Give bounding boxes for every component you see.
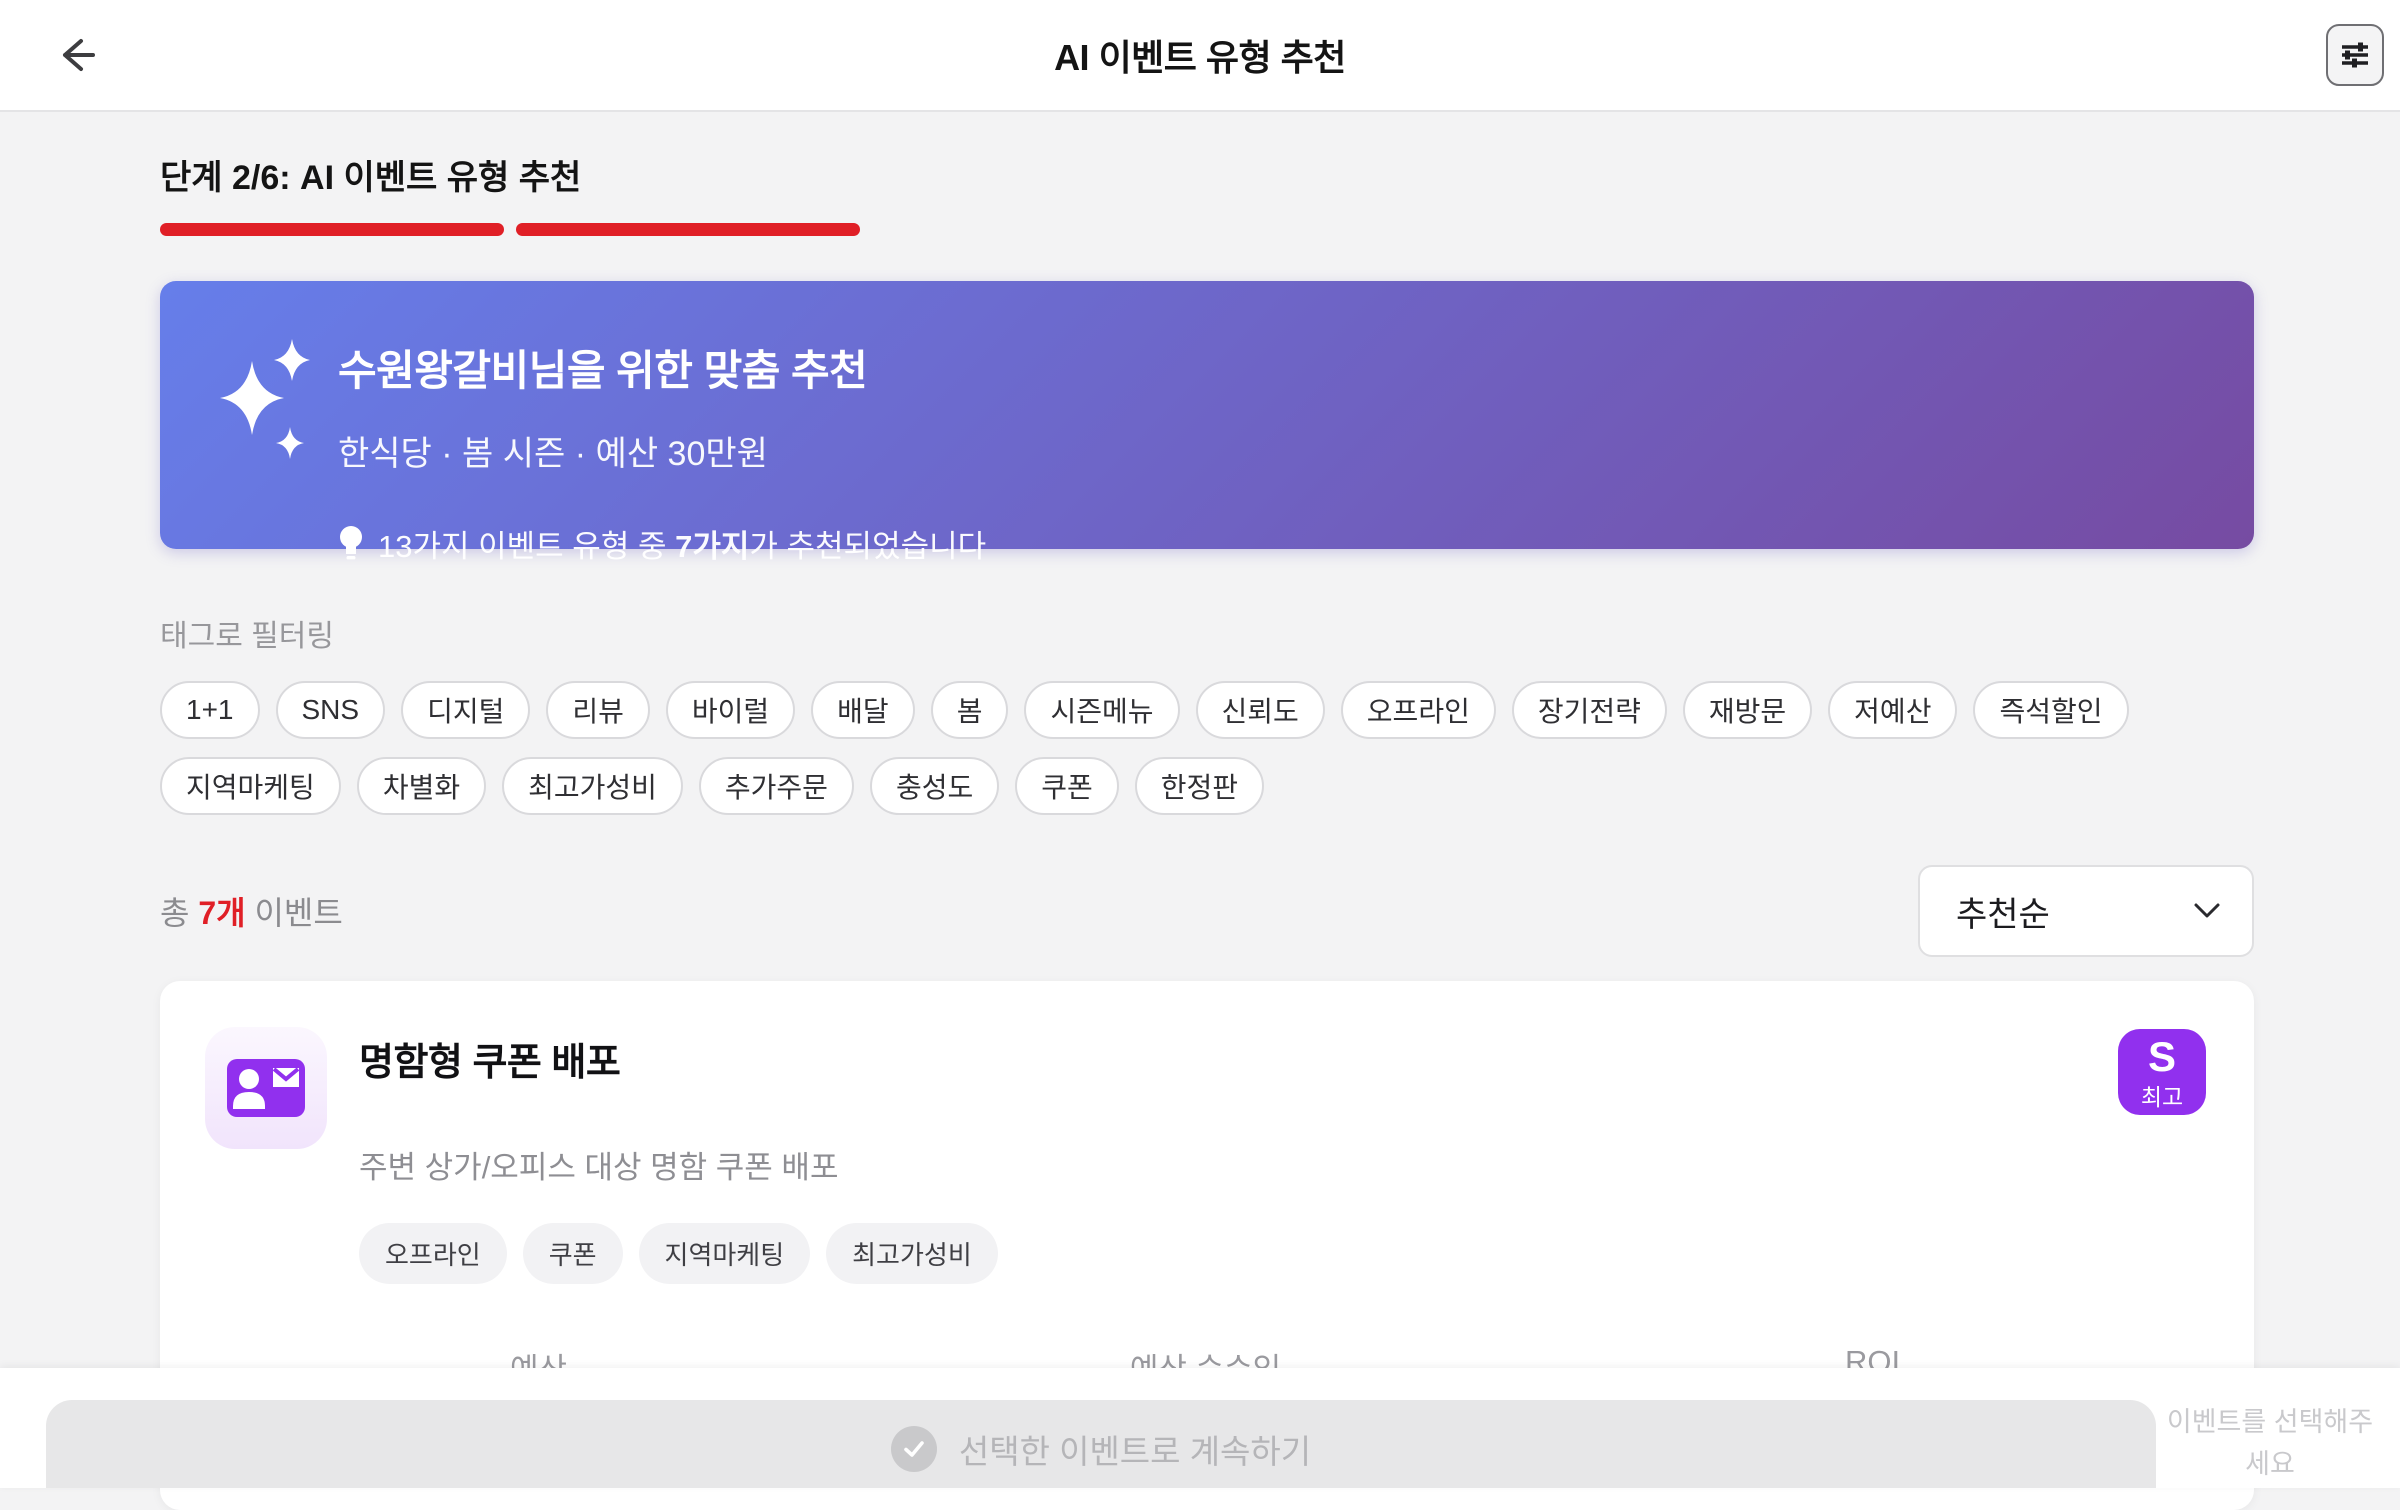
filter-settings-button[interactable] (2326, 24, 2384, 86)
contact-card-icon (227, 1059, 305, 1117)
filter-tag-chip[interactable]: 추가주문 (698, 757, 854, 815)
filter-tag-chip[interactable]: SNS (275, 681, 386, 739)
grade-letter: S (2147, 1032, 2176, 1080)
continue-button-inner: 선택한 이벤트로 계속하기 (890, 1425, 1312, 1473)
event-title: 명함형 쿠폰 배포 (359, 1042, 621, 1084)
back-arrow-icon (63, 39, 95, 71)
filter-tag-chip[interactable]: 즉석할인 (1973, 681, 2129, 739)
filter-tag-chip[interactable]: 신뢰도 (1195, 681, 1325, 739)
app-header: AI 이벤트 유형 추천 (0, 0, 2400, 112)
progress-segment (160, 223, 504, 236)
filter-tag-chip[interactable]: 저예산 (1828, 681, 1958, 739)
sort-selected-label: 추천순 (1956, 895, 2050, 934)
banner-subtitle: 한식당 · 봄 시즌 · 예산 30만원 (338, 435, 768, 473)
screen: { "header": { "title": "AI 이벤트 유형 추천" },… (0, 0, 2400, 1510)
banner-note: 13가지 이벤트 유형 중 7가지가 추천되었습니다 (338, 521, 986, 566)
recommendation-banner: 수원왕갈비님을 위한 맞춤 추천 한식당 · 봄 시즌 · 예산 30만원 13… (160, 281, 2254, 564)
filter-tag-chip[interactable]: 차별화 (356, 757, 487, 815)
event-card-top: 명함형 쿠폰 배포 주변 상가/오피스 대상 명함 쿠폰 배포 오프라인 쿠폰 지역… (205, 1027, 2206, 1284)
filter-tag-chip[interactable]: 1+1 (160, 681, 260, 739)
filter-tag-chip[interactable]: 바이럴 (665, 681, 796, 739)
filter-tag-chip[interactable]: 한정판 (1134, 757, 1265, 815)
chevron-down-icon (2194, 903, 2220, 918)
event-count: 총 7개 이벤트 (160, 895, 343, 931)
grade-label: 최고 (2140, 1083, 2184, 1110)
tag-filter-label: 태그로 필터링 (160, 620, 334, 653)
filter-tag-chip[interactable]: 시즌메뉴 (1024, 681, 1180, 739)
event-tag: 지역마케팅 (638, 1223, 811, 1284)
check-circle-icon (890, 1426, 937, 1472)
event-count-number: 7개 (198, 895, 246, 931)
progress-segment (516, 223, 860, 236)
page-title: AI 이벤트 유형 추천 (1054, 37, 1346, 78)
event-tag: 쿠폰 (522, 1223, 623, 1284)
tag-filter-chips: 1+1 SNS 디지털 리뷰 바이럴 배달 봄 시즌메뉴 신뢰도 오프라인 장기전략 재방문 저예산 즉석… (160, 681, 2254, 815)
progress-section: 단계 2/6: AI 이벤트 유형 추천 (160, 150, 2254, 236)
filter-tag-chip[interactable]: 배달 (811, 681, 915, 739)
filter-tag-chip[interactable]: 봄 (930, 681, 1009, 739)
sort-dropdown[interactable]: 추천순 (1918, 865, 2254, 957)
banner-note-text: 13가지 이벤트 유형 중 7가지가 추천되었습니다 (378, 529, 987, 564)
list-header: 총 7개 이벤트 추천순 (160, 865, 2254, 957)
event-tag: 오프라인 (359, 1223, 507, 1284)
event-description: 주변 상가/오피스 대상 명함 쿠폰 배포 (359, 1150, 839, 1185)
event-icon (205, 1027, 327, 1149)
event-tag: 최고가성비 (826, 1223, 998, 1284)
filter-tag-chip[interactable]: 쿠폰 (1015, 757, 1119, 815)
step-label: 단계 2/6: AI 이벤트 유형 추천 (160, 159, 582, 197)
selection-hint: 이벤트를 선택해주세요 (2166, 1407, 2374, 1479)
filter-tag-chip[interactable]: 오프라인 (1340, 681, 1496, 739)
filter-tag-chip[interactable]: 리뷰 (546, 681, 650, 739)
continue-button[interactable]: 선택한 이벤트로 계속하기 (46, 1400, 2156, 1488)
continue-button-label: 선택한 이벤트로 계속하기 (958, 1433, 1312, 1470)
event-card-main: 명함형 쿠폰 배포 주변 상가/오피스 대상 명함 쿠폰 배포 오프라인 쿠폰 지역… (359, 1027, 2118, 1284)
grade-badge: S 최고 (2118, 1029, 2206, 1115)
filter-tag-chip[interactable]: 장기전략 (1511, 681, 1667, 739)
filter-tag-chip[interactable]: 최고가성비 (502, 757, 683, 815)
filter-tag-chip[interactable]: 충성도 (869, 757, 1000, 815)
banner-title: 수원왕갈비님을 위한 맞춤 추천 (338, 347, 868, 394)
lightbulb-icon (340, 525, 362, 559)
tag-filter-section: 태그로 필터링 1+1 SNS 디지털 리뷰 바이럴 배달 봄 시즌메뉴 신뢰도 오프라인 장기전략… (160, 611, 2254, 815)
bottom-bar: 선택한 이벤트로 계속하기 이벤트를 선택해주세요 (0, 1368, 2400, 1488)
back-button[interactable] (42, 22, 112, 88)
filter-tag-chip[interactable]: 디지털 (401, 681, 531, 739)
sliders-icon (2342, 42, 2368, 68)
filter-tag-chip[interactable]: 재방문 (1682, 681, 1813, 739)
event-tags: 오프라인 쿠폰 지역마케팅 최고가성비 (359, 1223, 2118, 1284)
content: 단계 2/6: AI 이벤트 유형 추천 수원왕갈비님을 위한 맞춤 추천 한식… (160, 110, 2254, 1510)
banner-text: 수원왕갈비님을 위한 맞춤 추천 한식당 · 봄 시즌 · 예산 30만원 13… (338, 337, 986, 566)
filter-tag-chip[interactable]: 지역마케팅 (160, 757, 341, 815)
progress-bar (160, 223, 2254, 236)
sparkles-icon (208, 331, 320, 488)
